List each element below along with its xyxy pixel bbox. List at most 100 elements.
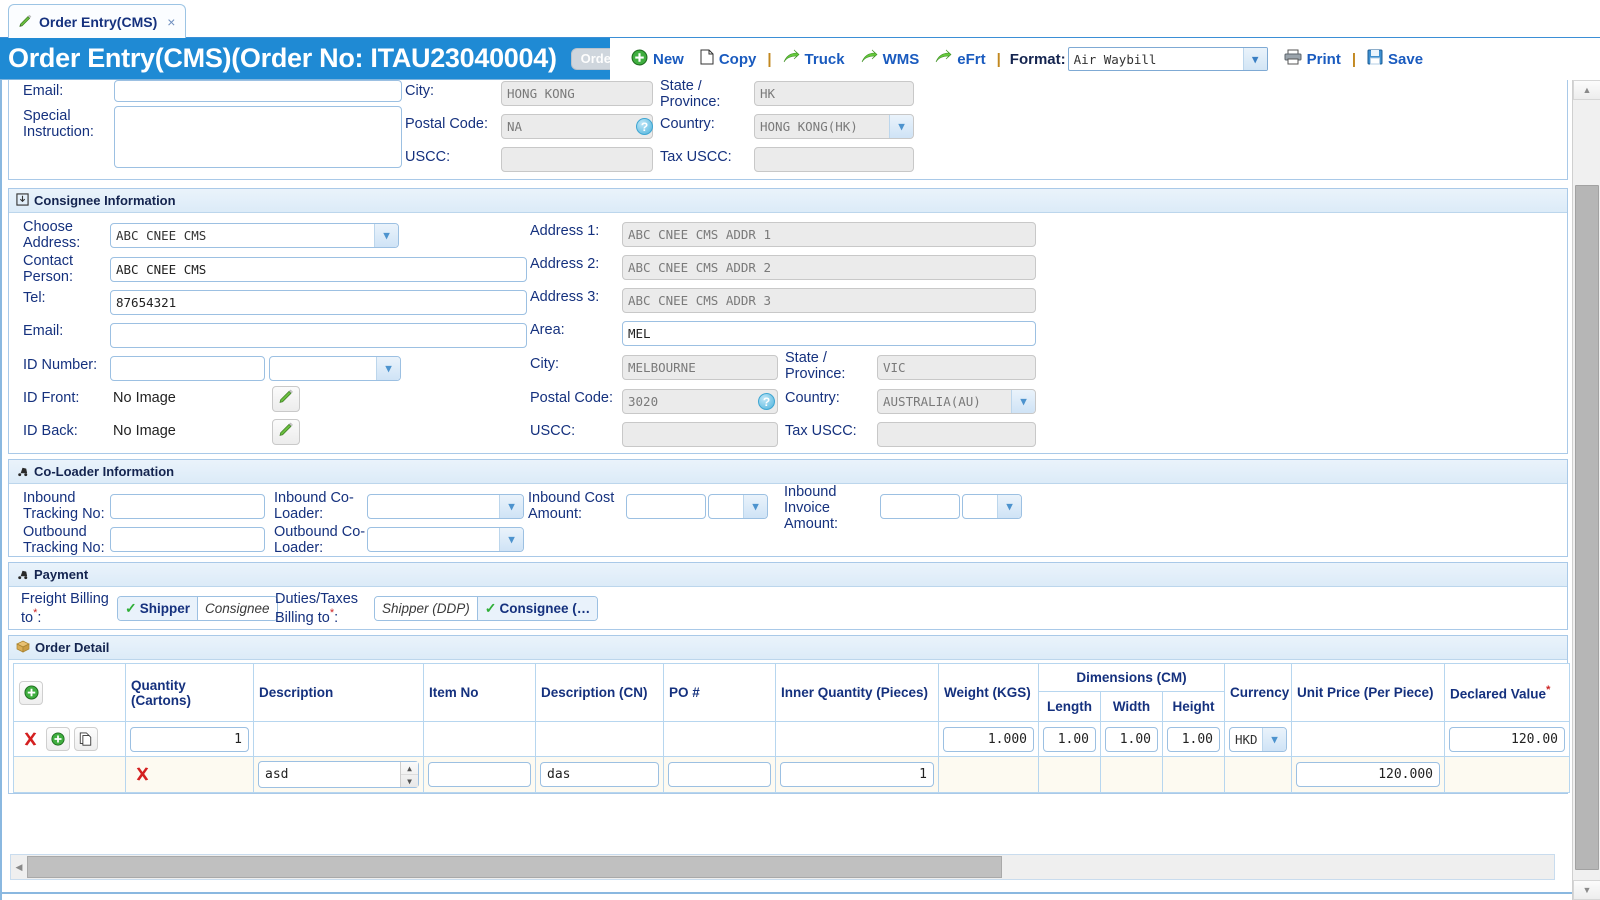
item-description-combo[interactable]: asd ▲ ▼	[258, 761, 419, 788]
form-scroll-area: Email: SpecialInstruction: City: Postal …	[0, 80, 1600, 900]
inbound-tracking-label: Inbound Tracking No:	[23, 490, 105, 523]
tab-order-entry-cms[interactable]: Order Entry(CMS) ×	[8, 4, 187, 38]
chevron-down-icon[interactable]: ▼	[1242, 48, 1267, 70]
wms-button[interactable]: WMS	[853, 49, 928, 69]
horizontal-scrollbar[interactable]: ◀	[10, 854, 1555, 880]
scroll-up-icon[interactable]: ▲	[1573, 80, 1600, 100]
vertical-scroll-thumb[interactable]	[1575, 185, 1599, 870]
chevron-down-icon[interactable]: ▼	[499, 528, 523, 551]
tel-input[interactable]	[110, 290, 527, 315]
contact-person-input[interactable]	[110, 257, 527, 282]
id-front-edit-button[interactable]	[272, 386, 300, 412]
scroll-left-icon[interactable]: ◀	[11, 855, 27, 879]
save-button[interactable]: Save	[1359, 49, 1431, 69]
freight-billing-consignee-option[interactable]: Consignee	[197, 597, 277, 620]
print-label: Print	[1306, 50, 1341, 68]
freight-billing-shipper-option[interactable]: ✓ Shipper	[118, 597, 197, 620]
payment-section-header[interactable]: Payment	[9, 563, 1567, 587]
outbound-coloader-select[interactable]: ▼	[367, 527, 524, 552]
declared-value-input[interactable]	[1449, 726, 1565, 752]
length-input[interactable]	[1043, 726, 1096, 752]
horizontal-scroll-thumb[interactable]	[27, 856, 1002, 878]
choose-address-select[interactable]: ABC CNEE CMS ▼	[110, 223, 399, 248]
id-type-select[interactable]: ▼	[269, 356, 401, 381]
tab-close-icon[interactable]: ×	[167, 14, 175, 30]
row-actions-cell	[13, 721, 126, 757]
outbound-tracking-input[interactable]	[110, 527, 265, 552]
height-input[interactable]	[1167, 726, 1220, 752]
copy-button[interactable]: Copy	[692, 49, 765, 69]
chevron-down-icon[interactable]: ▼	[1262, 727, 1286, 751]
new-button[interactable]: New	[623, 49, 692, 70]
id-front-label: ID Front:	[23, 390, 80, 406]
vertical-scrollbar[interactable]: ▲ ▼	[1572, 80, 1600, 900]
shipper-country-label: Country:	[660, 116, 715, 132]
consignee-section-header[interactable]: Consignee Information	[9, 189, 1567, 213]
chevron-down-icon[interactable]: ▼	[997, 495, 1021, 518]
col-po: PO #	[663, 663, 776, 722]
address3-label: Address 3:	[530, 289, 600, 305]
efrt-button[interactable]: eFrt	[927, 49, 993, 69]
inbound-cost-currency-select[interactable]: ▼	[708, 494, 768, 519]
freight-billing-toggle[interactable]: ✓ Shipper Consignee	[117, 596, 278, 621]
duties-billing-label: Duties/Taxes Billing to*:	[275, 591, 359, 627]
inbound-cost-input[interactable]	[626, 494, 706, 519]
cell-item-unit-price	[1291, 756, 1445, 793]
copy-row-button[interactable]	[73, 727, 98, 751]
add-row-inline-button[interactable]	[45, 727, 70, 751]
scroll-down-icon[interactable]: ▼	[1573, 880, 1600, 900]
chevron-down-icon[interactable]: ▼	[376, 357, 400, 380]
currency-select[interactable]: HKD ▼	[1229, 726, 1287, 752]
quantity-input[interactable]	[130, 726, 249, 752]
chevron-down-icon[interactable]: ▼	[889, 115, 913, 138]
item-description-cn-input[interactable]	[540, 762, 659, 787]
postal-code-help-icon[interactable]: ?	[758, 393, 775, 410]
add-row-button[interactable]	[19, 680, 43, 705]
item-no-input[interactable]	[428, 762, 531, 787]
tab-label: Order Entry(CMS)	[39, 13, 158, 30]
duties-billing-consignee-option[interactable]: ✓ Consignee (…	[476, 597, 598, 620]
shipper-tax-uscc-input	[754, 147, 914, 172]
duties-shipper-label: Shipper (DDP)	[382, 601, 470, 616]
print-button[interactable]: Print	[1276, 49, 1349, 69]
col-description-cn: Description (CN)	[535, 663, 664, 722]
shipper-special-instruction-input[interactable]	[114, 106, 402, 168]
chevron-down-icon[interactable]: ▼	[499, 495, 523, 518]
shipper-special-instruction-label: Special Instruction:	[23, 108, 94, 141]
contact-person-label: Contact Person:	[23, 253, 73, 286]
consignee-uscc-input	[622, 422, 778, 447]
consignee-email-input[interactable]	[110, 323, 527, 348]
duties-billing-shipper-option[interactable]: Shipper (DDP)	[375, 597, 477, 620]
inbound-coloader-select[interactable]: ▼	[367, 494, 524, 519]
order-detail-section-header[interactable]: Order Detail	[9, 636, 1567, 660]
area-input[interactable]	[622, 321, 1036, 346]
coloader-section-header[interactable]: Co-Loader Information	[9, 460, 1567, 484]
inbound-tracking-input[interactable]	[110, 494, 265, 519]
consignee-information-panel: Consignee Information Choose Address: ABC…	[8, 188, 1568, 454]
id-back-edit-button[interactable]	[272, 419, 300, 445]
delete-item-button[interactable]	[130, 763, 154, 787]
delete-row-button[interactable]	[18, 727, 42, 751]
truck-button[interactable]: Truck	[775, 49, 853, 69]
inbound-invoice-label: Inbound Invoice Amount:	[784, 484, 838, 533]
outbound-tracking-label: Outbound Tracking No:	[23, 524, 105, 557]
spinner-arrows-icon[interactable]: ▲ ▼	[400, 762, 418, 787]
box-icon	[16, 640, 30, 656]
width-input[interactable]	[1105, 726, 1158, 752]
chevron-down-icon[interactable]: ▼	[374, 224, 398, 247]
id-number-input[interactable]	[110, 356, 265, 381]
weight-input[interactable]	[943, 726, 1034, 752]
item-inner-quantity-input[interactable]	[780, 762, 934, 787]
duties-billing-toggle[interactable]: Shipper (DDP) ✓ Consignee (…	[374, 596, 599, 621]
chevron-down-icon[interactable]: ▼	[1011, 390, 1035, 413]
inbound-invoice-currency-select[interactable]: ▼	[962, 494, 1022, 519]
item-po-input[interactable]	[668, 762, 771, 787]
inbound-invoice-input[interactable]	[880, 494, 960, 519]
item-unit-price-input[interactable]	[1296, 762, 1440, 787]
table-row: asd ▲ ▼	[13, 756, 1570, 793]
format-select[interactable]: Air Waybill ▼	[1067, 47, 1268, 71]
chevron-down-icon[interactable]: ▼	[743, 495, 767, 518]
postal-code-help-icon[interactable]: ?	[636, 118, 653, 135]
order-entry-window: Order Entry(CMS) × Order Entry(CMS)(Orde…	[0, 0, 1600, 900]
shipper-email-input[interactable]	[114, 80, 402, 102]
